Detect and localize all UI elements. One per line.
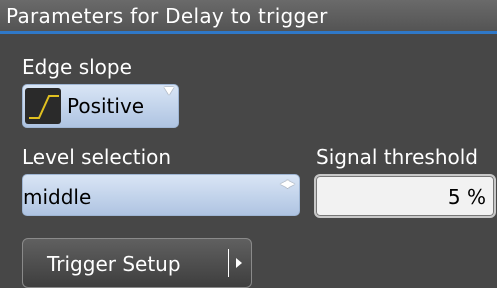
trigger-setup-button[interactable]: Trigger Setup	[22, 238, 252, 288]
signal-threshold-value: 5 %	[447, 185, 486, 209]
level-selection-selector[interactable]: middle ◀▶	[22, 174, 300, 216]
edge-slope-label: Edge slope	[22, 55, 132, 79]
level-selection-value: middle	[23, 185, 92, 209]
trigger-setup-label: Trigger Setup	[47, 252, 181, 276]
dialog-title: Parameters for Delay to trigger	[6, 4, 328, 28]
button-divider	[228, 249, 229, 277]
signal-threshold-label: Signal threshold	[316, 145, 478, 169]
edge-slope-selector[interactable]: Positive	[22, 84, 179, 128]
left-right-arrows-icon: ◀▶	[280, 177, 295, 190]
dialog-header: Parameters for Delay to trigger	[0, 0, 497, 34]
level-selection-label: Level selection	[22, 145, 172, 169]
rising-edge-icon	[25, 88, 61, 124]
signal-threshold-field[interactable]: 5 %	[314, 174, 496, 218]
chevron-right-icon	[236, 258, 242, 268]
edge-slope-value: Positive	[67, 94, 145, 118]
dropdown-arrow-icon	[164, 87, 174, 95]
